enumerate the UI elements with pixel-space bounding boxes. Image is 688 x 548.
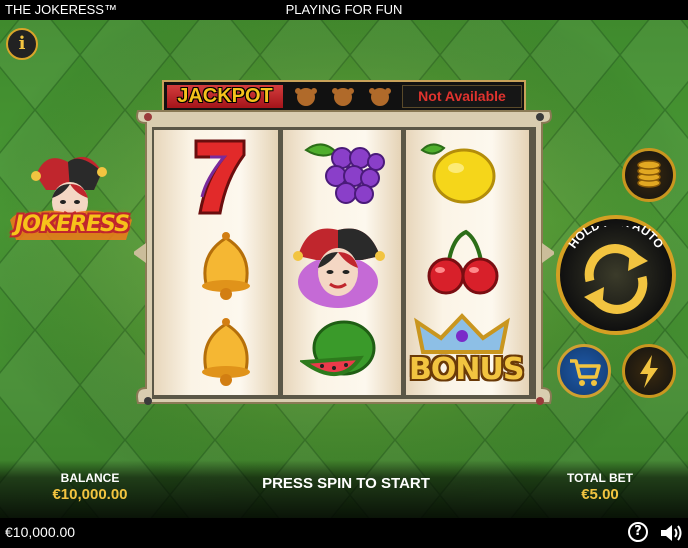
grapes-symbol (304, 143, 385, 204)
hold-for-auto-label: HOLD FOR AUTO (566, 226, 667, 251)
sound-icon[interactable] (659, 522, 683, 544)
bell-symbol (202, 232, 250, 300)
svg-text:HOLD FOR AUTO: HOLD FOR AUTO (566, 226, 667, 251)
status-bar: €10,000.00 ? (0, 518, 688, 548)
total-bet-value[interactable]: €5.00 (550, 486, 650, 503)
lemon-symbol (420, 143, 496, 204)
help-glyph: ? (634, 524, 642, 539)
lightning-icon (640, 355, 658, 388)
top-bar: THE JOKERESS™ PLAYING FOR FUN (0, 0, 688, 20)
auto-label-text: HOLD FOR AUTO (566, 226, 667, 251)
cherries-symbol (427, 229, 499, 295)
total-bet-label[interactable]: TOTAL BET (550, 471, 650, 485)
status-balance: €10,000.00 (5, 524, 76, 540)
seven-symbol (194, 139, 246, 215)
info-icon: i (18, 33, 26, 54)
bonus-text: BONUS (409, 352, 524, 387)
help-icon[interactable]: ? (628, 522, 648, 542)
bonus-symbol: BONUS (409, 312, 524, 392)
cart-icon (570, 359, 601, 386)
jokeress-symbol (293, 228, 385, 308)
crown-icon (414, 313, 510, 354)
play-mode-label: PLAYING FOR FUN (285, 2, 403, 17)
bell-symbol (202, 318, 250, 386)
balance-label: BALANCE (60, 471, 120, 485)
logo-text: JOKERESS (15, 212, 130, 237)
balance-value: €10,000.00 (52, 486, 128, 503)
info-button[interactable]: i (6, 28, 38, 60)
coins-button[interactable] (622, 148, 676, 202)
turbo-button[interactable] (622, 344, 676, 398)
coin-stack-icon (637, 160, 661, 188)
spin-prompt: PRESS SPIN TO START (262, 475, 430, 492)
watermelon-symbol (300, 320, 376, 377)
buy-feature-button[interactable] (557, 344, 611, 398)
